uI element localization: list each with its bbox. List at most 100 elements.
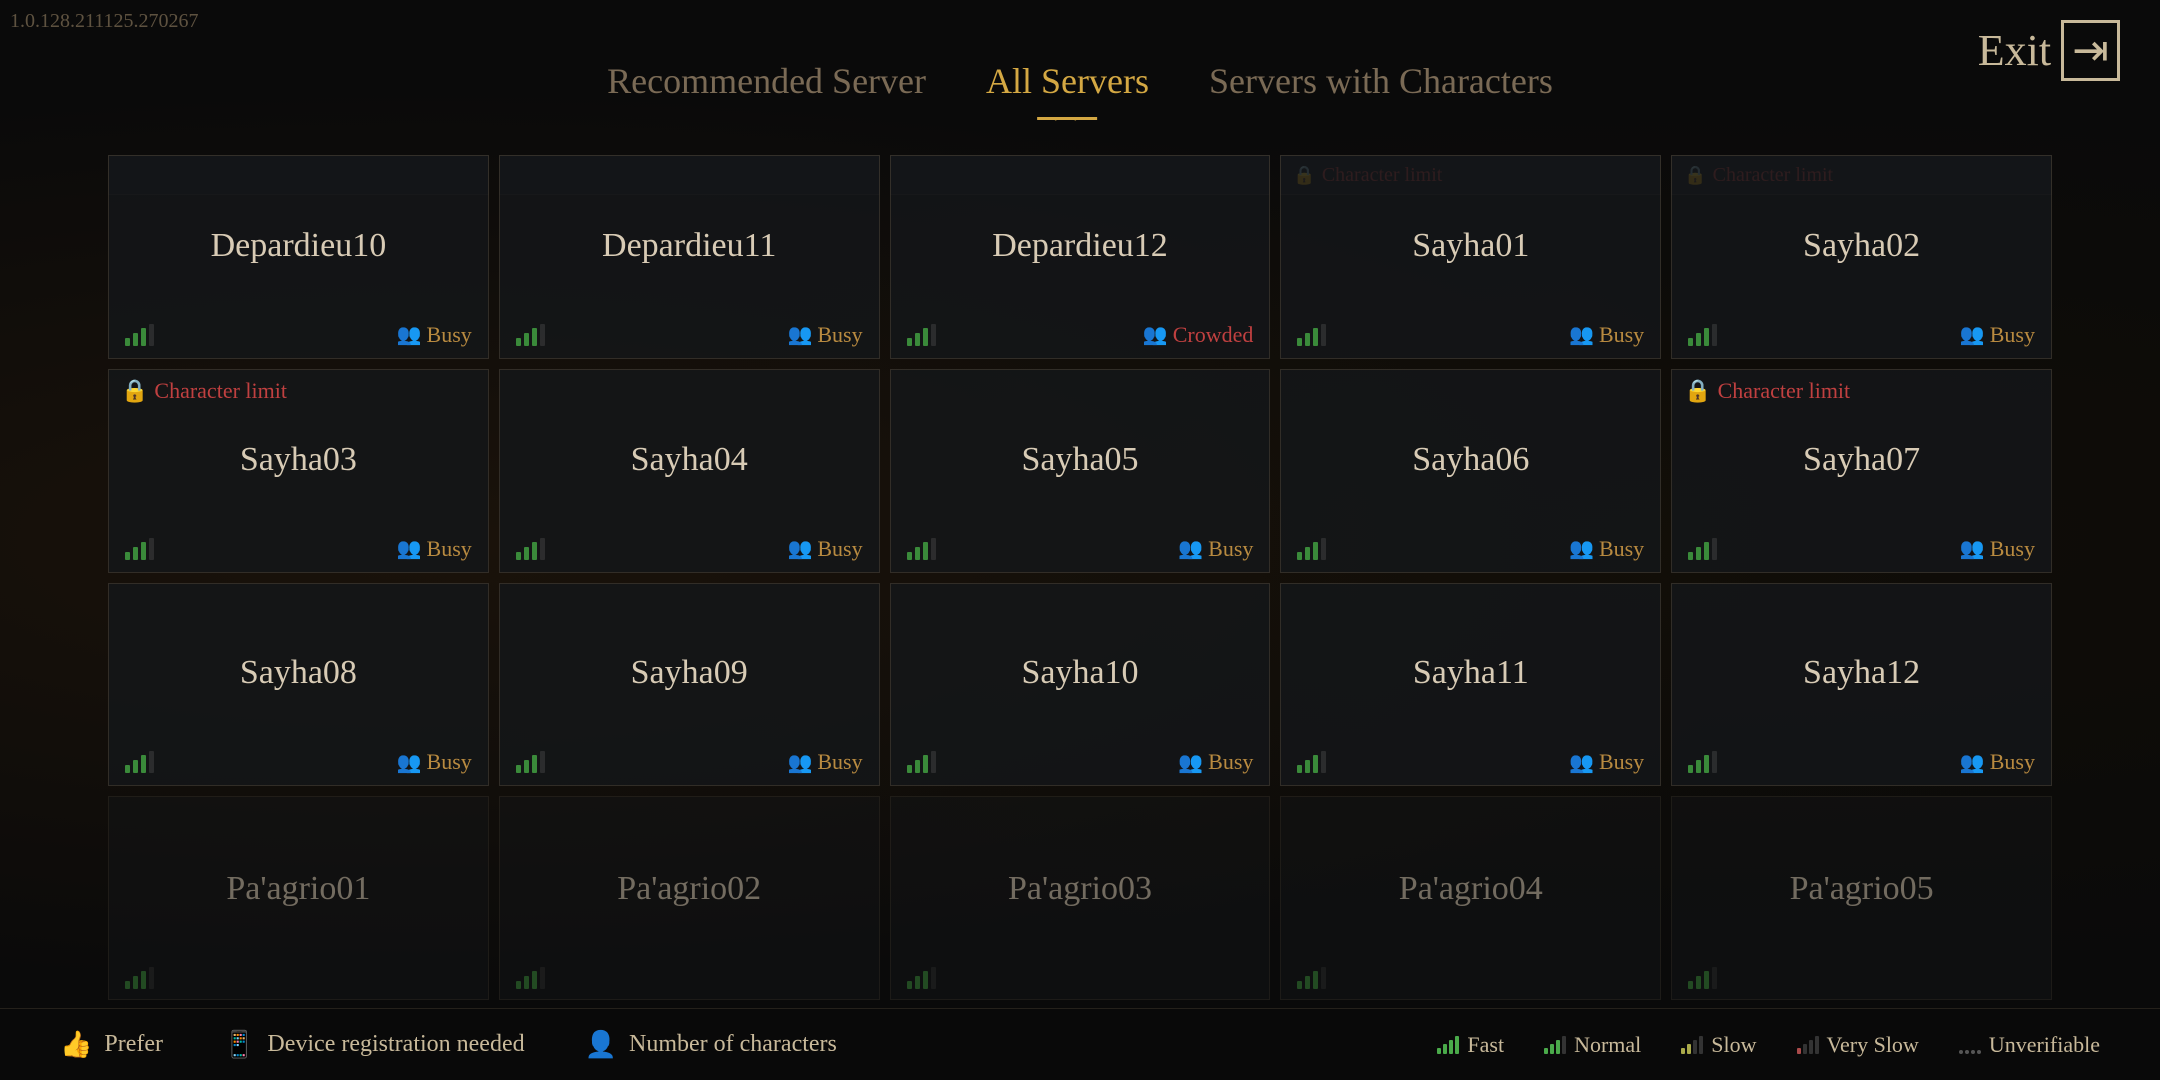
server-name: Sayha08 xyxy=(125,604,472,744)
tab-recommended[interactable]: Recommended Server xyxy=(607,60,926,112)
server-name: Depardieu12 xyxy=(907,176,1254,316)
device-reg-icon: 📱 xyxy=(223,1030,255,1060)
char-limit-text: Character limit xyxy=(1718,378,1851,404)
lock-icon: 🔒 xyxy=(1684,378,1711,404)
status-label: Busy xyxy=(1990,749,2035,775)
speed-label-very-slow: Very Slow xyxy=(1827,1032,1919,1058)
server-card[interactable]: Sayha05👥Busy xyxy=(890,369,1271,573)
signal-bars xyxy=(907,324,936,346)
speed-bars-very-slow xyxy=(1797,1036,1819,1054)
status-label: Busy xyxy=(1599,322,1644,348)
status-badge: 👥Busy xyxy=(1569,536,1644,562)
server-card[interactable]: Sayha09 👥Busy xyxy=(499,583,880,787)
signal-bars xyxy=(516,538,545,560)
server-card[interactable]: Sayha11👥Busy xyxy=(1280,583,1661,787)
signal-bars xyxy=(1688,538,1717,560)
speed-label-unverifiable: Unverifiable xyxy=(1989,1032,2100,1058)
status-label: Busy xyxy=(1990,536,2035,562)
status-badge: 👥Busy xyxy=(787,322,862,348)
status-label: Busy xyxy=(1990,322,2035,348)
speed-label-slow: Slow xyxy=(1711,1032,1756,1058)
server-card[interactable]: Pa'agrio05 xyxy=(1671,796,2052,1000)
server-card[interactable]: Depardieu11👥Busy xyxy=(499,155,880,359)
tab-all-servers[interactable]: All Servers · · xyxy=(986,60,1149,112)
status-badge: 👥Busy xyxy=(1960,322,2035,348)
speed-item-normal: Normal xyxy=(1544,1032,1641,1058)
exit-button[interactable]: Exit ⇥ xyxy=(1978,20,2120,81)
tab-servers-with-characters[interactable]: Servers with Characters xyxy=(1209,60,1553,112)
status-badge: 👥Busy xyxy=(1178,536,1253,562)
server-card[interactable]: Sayha02 👥Busy xyxy=(1671,155,2052,359)
server-card[interactable]: Sayha12 👥Busy xyxy=(1671,583,2052,787)
server-card[interactable]: Sayha10 👥Busy xyxy=(890,583,1271,787)
server-card[interactable]: Pa'agrio04 xyxy=(1280,796,1661,1000)
char-limit-text: Character limit xyxy=(154,378,287,404)
device-reg-label: Device registration needed xyxy=(267,1031,524,1058)
status-label: Busy xyxy=(1599,536,1644,562)
server-footer: 👥Busy xyxy=(125,536,472,562)
status-label: Busy xyxy=(427,536,472,562)
version-text: 1.0.128.211125.270267 xyxy=(10,10,199,33)
server-card[interactable]: Pa'agrio03 xyxy=(890,796,1271,1000)
server-footer: 👥Busy xyxy=(907,536,1254,562)
status-label: Busy xyxy=(1599,749,1644,775)
server-card[interactable]: Pa'agrio01 xyxy=(108,796,489,1000)
num-chars-label: Number of characters xyxy=(629,1031,837,1058)
server-card[interactable]: Depardieu12👥Crowded xyxy=(890,155,1271,359)
server-name: Pa'agrio02 xyxy=(516,817,863,961)
signal-bars xyxy=(1297,324,1326,346)
status-badge: 👥Busy xyxy=(787,749,862,775)
server-footer: 👥Busy xyxy=(125,322,472,348)
status-icon: 👥 xyxy=(1569,322,1594,347)
speed-bars-fast xyxy=(1437,1036,1459,1054)
server-card[interactable]: Sayha06 👥Busy xyxy=(1280,369,1661,573)
server-card[interactable]: 🔒Character limitSayha03👥Busy xyxy=(108,369,489,573)
server-name: Sayha11 xyxy=(1297,604,1644,744)
server-footer xyxy=(516,967,863,989)
server-footer: 👥Busy xyxy=(907,749,1254,775)
server-card[interactable]: Pa'agrio02 xyxy=(499,796,880,1000)
signal-bars xyxy=(125,538,154,560)
speed-bars-unverifiable xyxy=(1959,1036,1981,1054)
speed-indicators: Fast Normal Slow Very Slow Unverifiable xyxy=(1437,1032,2100,1058)
server-footer: 👥Busy xyxy=(125,749,472,775)
server-card[interactable]: Sayha04 👥Busy xyxy=(499,369,880,573)
server-card[interactable]: Sayha08 👥Busy xyxy=(108,583,489,787)
signal-bars xyxy=(516,751,545,773)
status-icon: 👥 xyxy=(787,536,812,561)
signal-bars xyxy=(1297,967,1326,989)
server-name: Sayha12 xyxy=(1688,604,2035,744)
server-name: Sayha10 xyxy=(907,604,1254,744)
prefer-icon: 👍 xyxy=(60,1030,92,1060)
server-name: Sayha02 xyxy=(1688,176,2035,316)
lock-icon: 🔒 xyxy=(121,378,148,404)
server-card[interactable]: Sayha01👥Busy xyxy=(1280,155,1661,359)
speed-item-fast: Fast xyxy=(1437,1032,1504,1058)
status-label: Busy xyxy=(427,322,472,348)
char-limit-badge: 🔒Character limit xyxy=(121,378,287,404)
server-name: Sayha06 xyxy=(1297,390,1644,530)
server-footer: 👥Busy xyxy=(1297,322,1644,348)
signal-bars xyxy=(907,967,936,989)
status-label: Busy xyxy=(1208,749,1253,775)
status-badge: 👥Busy xyxy=(1960,749,2035,775)
status-badge: 👥Busy xyxy=(397,322,472,348)
server-name: Sayha04 xyxy=(516,390,863,530)
status-label: Busy xyxy=(1208,536,1253,562)
signal-bars xyxy=(125,751,154,773)
server-card[interactable]: Depardieu10👥Busy xyxy=(108,155,489,359)
server-footer: 👥Busy xyxy=(1297,536,1644,562)
signal-bars xyxy=(907,751,936,773)
status-label: Busy xyxy=(817,536,862,562)
server-name: Sayha09 xyxy=(516,604,863,744)
signal-bars xyxy=(125,967,154,989)
status-badge: 👥Busy xyxy=(1960,536,2035,562)
signal-bars xyxy=(1688,324,1717,346)
status-icon: 👥 xyxy=(397,322,422,347)
legend-prefer: 👍 Prefer xyxy=(60,1030,163,1060)
server-footer xyxy=(1297,967,1644,989)
server-card[interactable]: 🔒Character limitSayha07👥Busy xyxy=(1671,369,2052,573)
status-icon: 👥 xyxy=(397,750,422,775)
tab-active-indicator: · · xyxy=(1052,109,1082,132)
status-badge: 👥Busy xyxy=(1178,749,1253,775)
